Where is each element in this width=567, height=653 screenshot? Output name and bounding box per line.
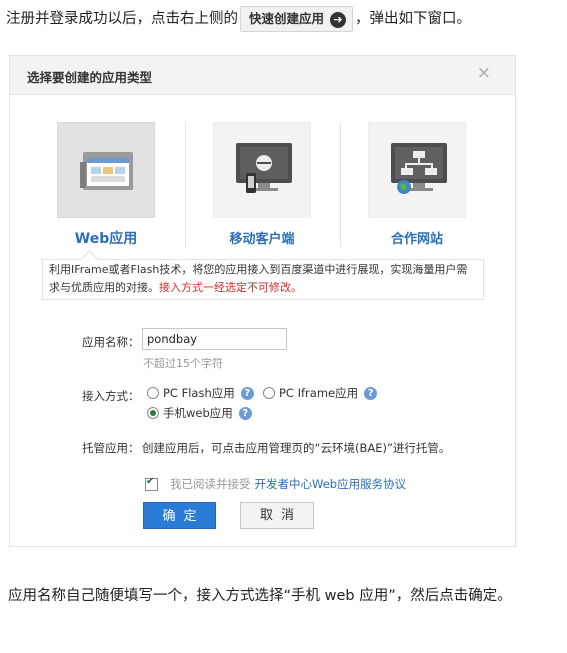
radio-mobile-web[interactable]: 手机web应用 ?: [147, 405, 252, 421]
mobile-client-icon: [236, 143, 292, 193]
close-icon[interactable]: ×: [477, 63, 491, 83]
quick-create-app-button-image: 快速创建应用 ➔: [240, 6, 354, 32]
arrow-right-icon: ➔: [330, 11, 347, 28]
radio-label-mobile-web: 手机web应用: [163, 406, 233, 420]
partner-site-icon: [391, 143, 447, 194]
dialog-title: 选择要创建的应用类型: [27, 70, 153, 85]
intro-text-before: 注册并登录成功以后，点击右上侧的: [6, 11, 238, 27]
agreement-row: 我已阅读并接受 开发者中心Web应用服务协议: [145, 476, 406, 492]
app-name-input[interactable]: [142, 328, 287, 350]
help-icon[interactable]: ?: [238, 406, 252, 420]
type-label-web-app: Web应用: [74, 231, 138, 247]
app-name-hint: 不超过15个字符: [143, 357, 223, 370]
type-label-partner-site: 合作网站: [390, 232, 443, 247]
radio-button-selected[interactable]: [147, 407, 159, 419]
radio-button[interactable]: [147, 387, 159, 399]
quick-create-app-label: 快速创建应用: [249, 11, 325, 26]
type-divider: [340, 122, 341, 247]
outro-paragraph: 应用名称自己随便填写一个，接入方式选择“手机 web 应用”，然后点击确定。: [8, 588, 512, 604]
dialog-header: 选择要创建的应用类型 ×: [10, 56, 515, 95]
radio-label-pc-flash: PC Flash应用: [163, 386, 235, 400]
web-app-icon: [80, 152, 133, 190]
app-name-label: 应用名称：: [82, 335, 140, 349]
type-description: 利用IFrame或者Flash技术，将您的应用接入到百度渠道中进行展现，实现海量…: [42, 259, 484, 300]
help-icon[interactable]: ?: [240, 386, 254, 400]
intro-text-after: ，弹出如下窗口。: [355, 11, 472, 27]
radio-pc-iframe[interactable]: PC Iframe应用 ?: [263, 385, 378, 401]
create-app-dialog: 选择要创建的应用类型 × Web应用 移动客户端 合作网站 利用IFrame或者…: [9, 55, 516, 547]
radio-button[interactable]: [263, 387, 275, 399]
type-partner-site[interactable]: 合作网站: [368, 122, 466, 247]
type-mobile-client[interactable]: 移动客户端: [213, 122, 311, 247]
radio-label-pc-iframe: PC Iframe应用: [279, 386, 359, 400]
confirm-button[interactable]: 确定: [143, 502, 216, 529]
agreement-link[interactable]: 开发者中心Web应用服务协议: [255, 476, 407, 492]
type-web-app[interactable]: Web应用: [57, 122, 155, 248]
warning-text: 接入方式一经选定不可修改。: [159, 281, 302, 294]
hosting-text: 创建应用后，可点击应用管理页的“云环境(BAE)”进行托管。: [142, 441, 451, 455]
agreement-checkbox[interactable]: [145, 476, 158, 491]
hosting-label: 托管应用：: [82, 441, 140, 455]
intro-paragraph: 注册并登录成功以后，点击右上侧的 快速创建应用 ➔ ，弹出如下窗口。: [6, 6, 564, 32]
type-label-mobile-client: 移动客户端: [229, 232, 295, 247]
access-method-label: 接入方式：: [82, 389, 140, 403]
cancel-button[interactable]: 取消: [240, 502, 314, 529]
agreement-text: 我已阅读并接受: [170, 477, 251, 491]
web-app-tile: [57, 122, 155, 218]
mobile-client-tile: [213, 122, 311, 218]
radio-pc-flash[interactable]: PC Flash应用 ?: [147, 385, 254, 401]
partner-site-tile: [368, 122, 466, 218]
help-icon[interactable]: ?: [364, 386, 378, 400]
type-divider: [185, 122, 186, 247]
